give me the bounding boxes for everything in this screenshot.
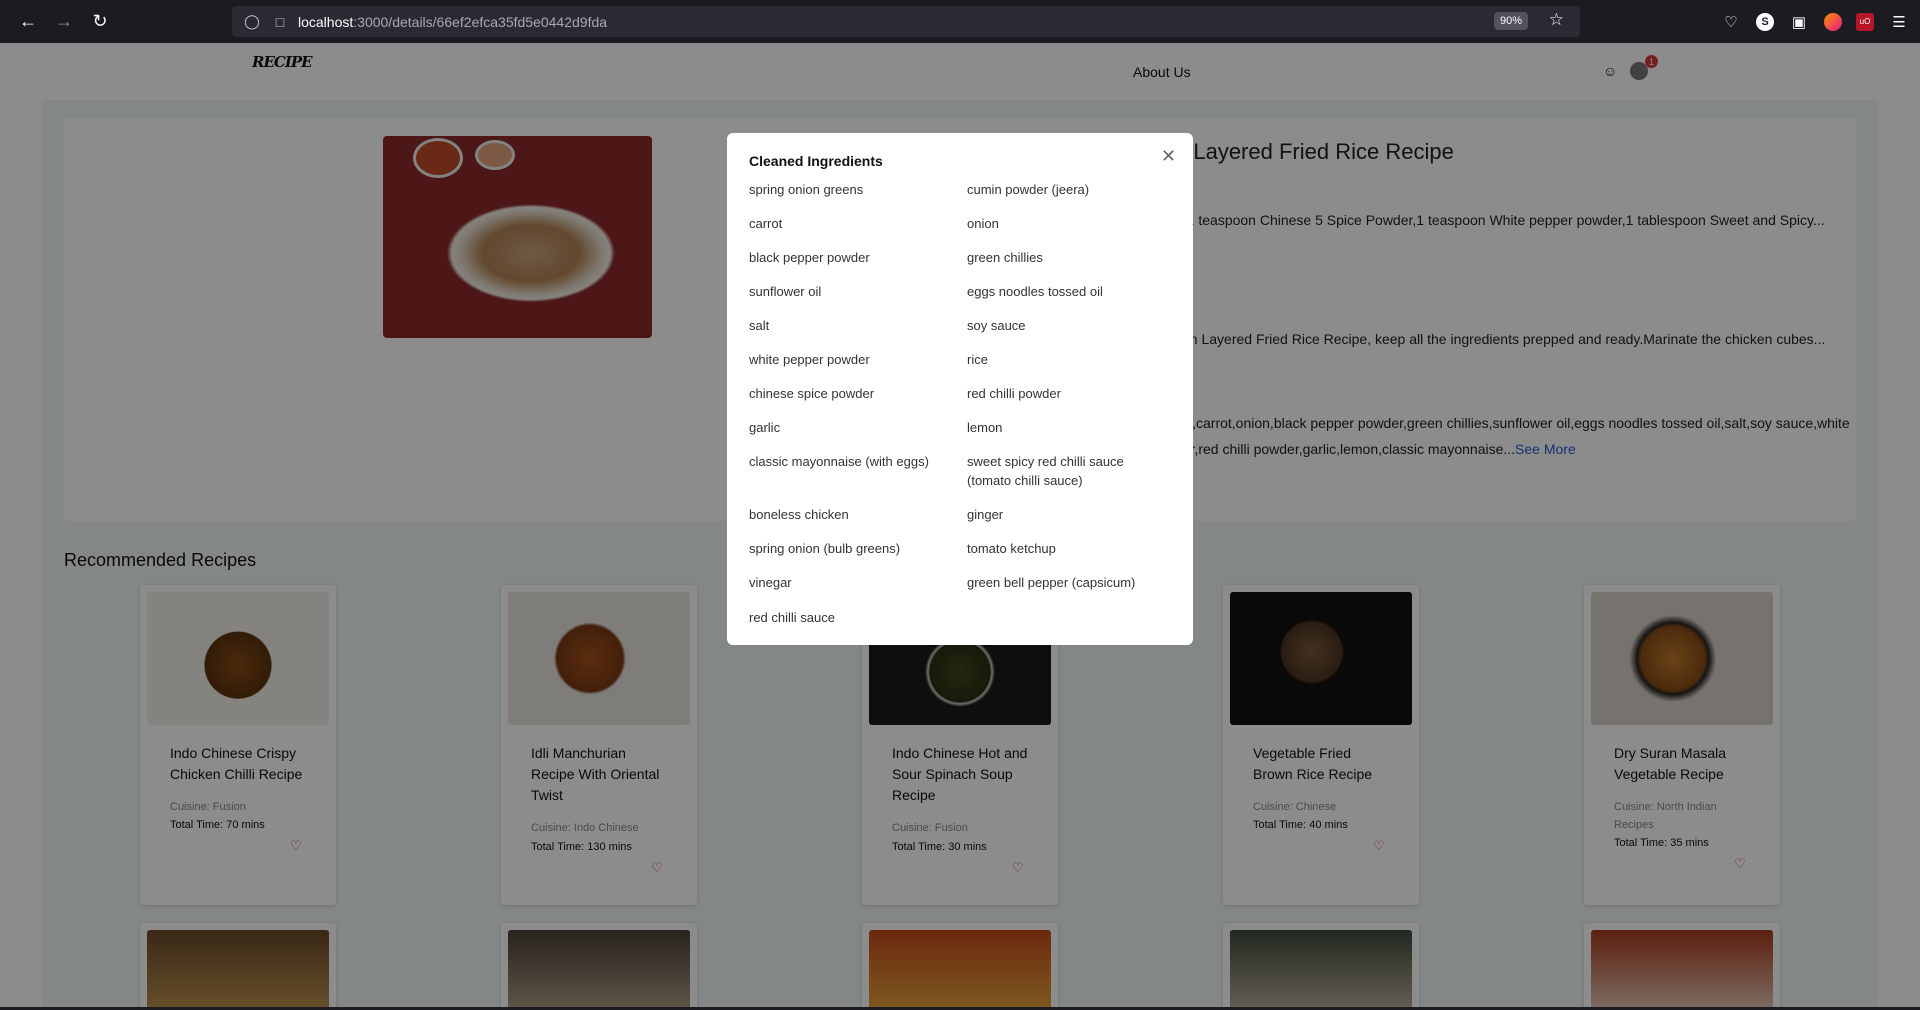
pocket-icon[interactable]: ♡ [1720, 11, 1742, 33]
page-icon: □ [275, 13, 285, 30]
ingredient-item: green bell pepper (capsicum) [967, 575, 1136, 590]
ingredient-item: soy sauce [967, 318, 1026, 333]
ingredient-item: salt [749, 318, 770, 333]
ingredient-item: red chilli sauce [749, 610, 835, 625]
url-bar[interactable]: ◯ □ localhost:3000/details/66ef2efca35fd… [232, 6, 1580, 37]
ingredient-item: red chilli powder [967, 386, 1061, 401]
ingredient-item: white pepper powder [749, 352, 870, 367]
ingredient-item: vinegar [749, 575, 792, 590]
url-path: :3000/details/66ef2efca35fd5e0442d9fda [353, 13, 608, 30]
ingredient-item: classic mayonnaise (with eggs) [749, 454, 929, 469]
ingredient-item: rice [967, 352, 988, 367]
zoom-badge[interactable]: 90% [1493, 12, 1528, 30]
ingredient-item: spring onion greens [749, 182, 864, 197]
ingredient-item: lemon [967, 420, 1003, 435]
ingredient-item: onion [967, 216, 999, 231]
ingredient-item: sunflower oil [749, 284, 822, 299]
reload-icon[interactable]: ↻ [82, 7, 118, 37]
extension-s-icon[interactable]: S [1756, 12, 1774, 31]
url-host: localhost [298, 13, 354, 30]
shield-icon[interactable]: ◯ [242, 13, 262, 30]
close-icon[interactable]: ✕ [1161, 146, 1176, 167]
ingredient-item: spring onion (bulb greens) [749, 541, 901, 556]
extensions-icon[interactable]: ▣ [1788, 11, 1810, 33]
ingredient-item: green chillies [967, 250, 1043, 265]
bookmark-star-icon[interactable]: ☆ [1549, 10, 1564, 30]
ingredient-item: eggs noodles tossed oil [967, 284, 1103, 299]
back-icon[interactable]: ← [10, 7, 46, 37]
modal-title: Cleaned Ingredients [749, 153, 883, 169]
browser-toolbar: ← → ↻ ◯ □ localhost:3000/details/66ef2ef… [0, 0, 1920, 43]
ingredient-item: black pepper powder [749, 250, 870, 265]
ingredient-item: carrot [749, 216, 783, 231]
ingredient-item: ginger [967, 507, 1004, 522]
ingredient-item: boneless chicken [749, 507, 849, 522]
ingredient-item: cumin powder (jeera) [967, 182, 1090, 197]
ingredient-item: tomato ketchup [967, 541, 1056, 556]
ingredient-item: sweet spicy red chilli sauce (tomato chi… [967, 454, 1124, 488]
forward-icon[interactable]: → [46, 7, 82, 37]
ublock-icon[interactable]: uO [1856, 12, 1874, 31]
ingredient-item: garlic [749, 420, 781, 435]
ingredient-item: chinese spice powder [749, 386, 875, 401]
menu-icon[interactable]: ☰ [1888, 11, 1910, 33]
firefox-account-icon[interactable] [1824, 12, 1842, 31]
cleaned-ingredients-modal: Cleaned Ingredients ✕ spring onion green… [727, 133, 1193, 645]
